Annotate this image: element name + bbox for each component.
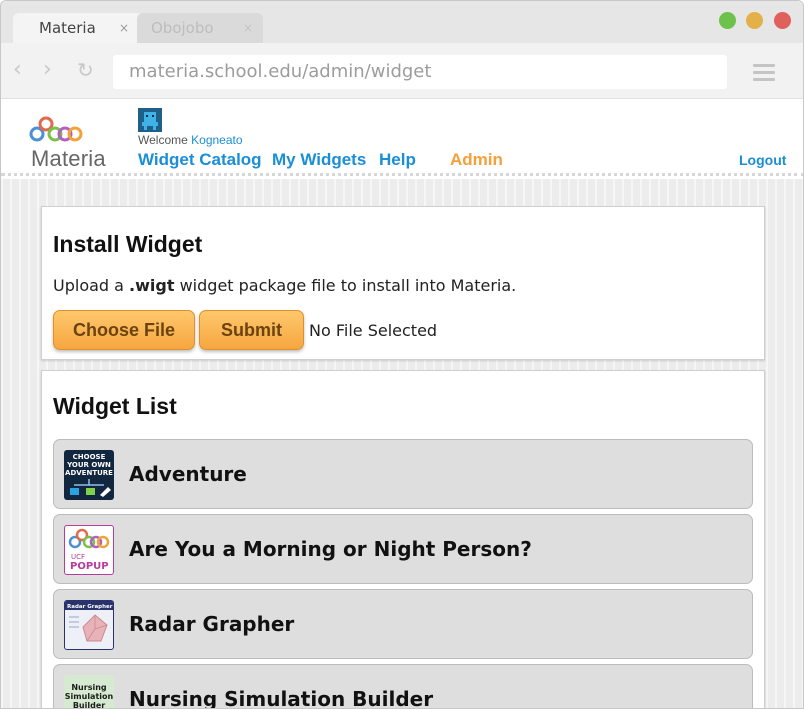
popup-logo-icon: UCF POPUP [68, 528, 110, 572]
back-arrow-icon[interactable]: ‹ [13, 57, 22, 82]
popup-icon-label: POPUP [70, 561, 109, 572]
install-widget-title: Install Widget [53, 231, 203, 257]
ucf-popup-icon: UCF POPUP [64, 525, 114, 575]
minimize-button[interactable] [746, 12, 763, 29]
icon-text-line: CHOOSE [72, 453, 106, 461]
logout-link[interactable]: Logout [739, 152, 786, 168]
widget-list-item-morning-night[interactable]: UCF POPUP Are You a Morning or Night Per… [53, 514, 753, 584]
icon-text-line: Builder [72, 701, 106, 709]
widget-list-item-adventure[interactable]: CHOOSE YOUR OWN ADVENTURE Adventure [53, 439, 753, 509]
avatar[interactable] [138, 108, 162, 132]
nav-help[interactable]: Help [379, 150, 416, 170]
browser-window: Materia × Obojobo × ‹ › ↻ materia.school… [0, 0, 804, 709]
maximize-button[interactable] [719, 12, 736, 29]
username-link[interactable]: Kogneato [191, 133, 242, 147]
widget-list-item-nursing-simulation[interactable]: Nursing Simulation Builder Nursing Simul… [53, 664, 753, 709]
widget-list-panel: Widget List CHOOSE YOUR OWN ADVENTURE Ad… [41, 370, 765, 709]
address-bar[interactable]: materia.school.edu/admin/widget [113, 55, 727, 89]
welcome-message: Welcome Kogneato [138, 133, 243, 147]
nav-my-widgets[interactable]: My Widgets [272, 150, 366, 170]
popup-icon-ucf: UCF [71, 553, 85, 561]
widget-name: Radar Grapher [129, 612, 295, 636]
radar-grapher-icon: Radar Grapher [64, 600, 114, 650]
main-content: Install Widget Upload a .wigt widget pac… [1, 179, 803, 709]
widget-name: Nursing Simulation Builder [129, 687, 434, 709]
file-status-text: No File Selected [309, 321, 438, 340]
upload-instructions: Upload a .wigt widget package file to in… [53, 276, 516, 295]
nav-admin[interactable]: Admin [450, 150, 503, 170]
adventure-map-icon [70, 479, 111, 497]
materia-logo-rings-icon [29, 116, 83, 142]
logo-wordmark: Materia [31, 146, 106, 171]
submit-button[interactable]: Submit [199, 310, 304, 350]
radar-chart-icon: Radar Grapher [65, 601, 113, 642]
choose-file-button[interactable]: Choose File [53, 310, 195, 350]
upload-suffix: widget package file to install into Mate… [179, 276, 517, 295]
icon-text-line: ADVENTURE [65, 469, 113, 477]
tab-label: Obojobo [151, 19, 214, 37]
hamburger-menu-icon[interactable] [753, 64, 775, 85]
choose-your-own-adventure-icon: CHOOSE YOUR OWN ADVENTURE [64, 450, 114, 500]
browser-tab-materia[interactable]: Materia × [13, 13, 143, 43]
widget-name: Adventure [129, 462, 247, 486]
nursing-simulation-icon: Nursing Simulation Builder [64, 675, 114, 709]
close-icon[interactable]: × [119, 13, 129, 43]
widget-list-title: Widget List [53, 393, 177, 419]
widget-list-item-radar-grapher[interactable]: Radar Grapher Radar Grapher [53, 589, 753, 659]
icon-text-line: Simulation [64, 692, 114, 701]
radar-icon-label: Radar Grapher [67, 604, 113, 610]
tab-label: Materia [39, 19, 96, 37]
upload-extension: .wigt [129, 276, 175, 295]
browser-toolbar: ‹ › ↻ materia.school.edu/admin/widget [1, 43, 803, 99]
icon-text-line: YOUR OWN [67, 461, 111, 469]
install-widget-panel: Install Widget Upload a .wigt widget pac… [41, 206, 765, 360]
browser-tab-obojobo[interactable]: Obojobo × [137, 13, 263, 43]
browser-titlebar: Materia × Obojobo × [1, 1, 803, 43]
upload-prefix: Upload a [53, 276, 124, 295]
forward-arrow-icon[interactable]: › [43, 57, 52, 82]
window-close-button[interactable] [774, 12, 791, 29]
reload-icon[interactable]: ↻ [77, 58, 94, 82]
close-icon[interactable]: × [243, 13, 253, 43]
materia-logo[interactable]: Materia [27, 114, 113, 171]
nav-widget-catalog[interactable]: Widget Catalog [138, 150, 262, 170]
site-header: Materia Welcome Kogneato Widget Catalog … [1, 100, 803, 176]
widget-name: Are You a Morning or Night Person? [129, 537, 532, 561]
welcome-prefix: Welcome [138, 133, 188, 147]
icon-text-line: Nursing [71, 683, 107, 692]
